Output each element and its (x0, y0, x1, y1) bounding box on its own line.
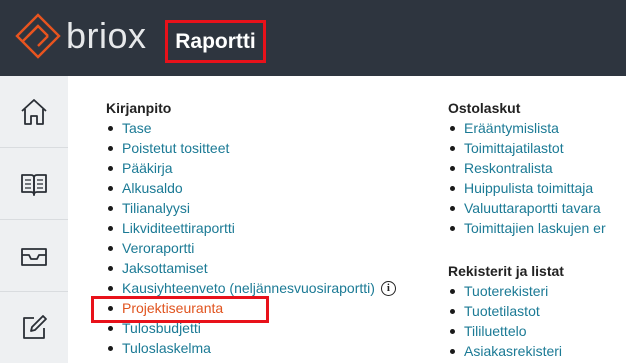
sidebar-item-home[interactable] (0, 76, 68, 148)
section-ostolaskut: Ostolaskut Erääntymislista Toimittajatil… (448, 98, 606, 238)
report-link[interactable]: Toimittajatilastot (464, 140, 564, 156)
list-item[interactable]: Huippulista toimittaja (448, 178, 606, 198)
list-item[interactable]: Likviditeettiraportti (106, 218, 396, 238)
report-link[interactable]: Huippulista toimittaja (464, 180, 593, 196)
list-item[interactable]: Tase (106, 118, 396, 138)
briox-logo[interactable]: briox (14, 12, 147, 60)
report-link[interactable]: Erääntymislista (464, 120, 559, 136)
briox-logo-icon (15, 13, 61, 59)
report-link[interactable]: Tililuettelo (464, 323, 527, 339)
list-item[interactable]: Reskontralista (448, 158, 606, 178)
sidebar-item-edit[interactable] (0, 292, 68, 364)
top-bar: briox Raportti (0, 0, 626, 76)
list-item[interactable]: Erääntymislista (448, 118, 606, 138)
list-item[interactable]: Tuotetilastot (448, 301, 564, 321)
report-link[interactable]: Alkusaldo (122, 180, 183, 196)
projektiseuranta-highlight (91, 296, 269, 323)
list-item[interactable]: Pääkirja (106, 158, 396, 178)
report-link[interactable]: Tuloslaskelma (122, 340, 211, 356)
list-item[interactable]: Jaksottamiset (106, 258, 396, 278)
book-icon (21, 173, 47, 196)
report-link[interactable]: Kausiyhteenveto (neljännesvuosiraportti) (122, 280, 375, 296)
section-title-kirjanpito: Kirjanpito (106, 100, 172, 116)
page-title: Raportti (175, 29, 256, 53)
home-icon (21, 98, 47, 125)
sidebar-item-book[interactable] (0, 148, 68, 220)
list-item[interactable]: Kausiyhteenveto (neljännesvuosiraportti)… (106, 278, 396, 298)
list-item[interactable]: Tuoterekisteri (448, 281, 564, 301)
list-item[interactable]: Poistetut tositteet (106, 138, 396, 158)
list-item[interactable]: Valuuttaraportti tavara (448, 198, 606, 218)
list-item[interactable]: Toimittajatilastot (448, 138, 606, 158)
list-item[interactable]: Asiakasrekisteri (448, 341, 564, 361)
section-title-rekisterit: Rekisterit ja listat (448, 263, 564, 279)
report-link[interactable]: Veroraportti (122, 240, 194, 256)
logo-text: briox (66, 15, 147, 56)
list-item[interactable]: Toimittajien laskujen er (448, 218, 606, 238)
list-item[interactable]: Alkusaldo (106, 178, 396, 198)
report-link[interactable]: Likviditeettiraportti (122, 220, 235, 236)
report-link[interactable]: Poistetut tositteet (122, 140, 229, 156)
report-link[interactable]: Valuuttaraportti tavara (464, 200, 601, 216)
list-item[interactable]: Veroraportti (106, 238, 396, 258)
inbox-icon (21, 247, 47, 266)
list-item[interactable]: Tilianalyysi (106, 198, 396, 218)
section-title-ostolaskut: Ostolaskut (448, 100, 521, 116)
list-item[interactable]: Tililuettelo (448, 321, 564, 341)
info-icon[interactable]: i (380, 280, 396, 296)
section-rekisterit: Rekisterit ja listat Tuoterekisteri Tuot… (448, 261, 564, 361)
report-link[interactable]: Reskontralista (464, 160, 553, 176)
report-link[interactable]: Tuoterekisteri (464, 283, 548, 299)
report-link[interactable]: Toimittajien laskujen er (464, 220, 606, 236)
report-link[interactable]: Tuotetilastot (464, 303, 540, 319)
report-link[interactable]: Tilianalyysi (122, 200, 190, 216)
sidebar-item-inbox[interactable] (0, 220, 68, 292)
ostolaskut-list: Erääntymislista Toimittajatilastot Resko… (448, 118, 606, 238)
edit-icon (23, 315, 47, 339)
sidebar (0, 76, 68, 363)
page-title-highlight: Raportti (165, 20, 266, 63)
report-link[interactable]: Tase (122, 120, 152, 136)
list-item[interactable]: Tuloslaskelma (106, 338, 396, 358)
report-link[interactable]: Pääkirja (122, 160, 173, 176)
rekisterit-list: Tuoterekisteri Tuotetilastot Tililuettel… (448, 281, 564, 361)
report-link[interactable]: Asiakasrekisteri (464, 343, 562, 359)
report-link[interactable]: Jaksottamiset (122, 260, 208, 276)
